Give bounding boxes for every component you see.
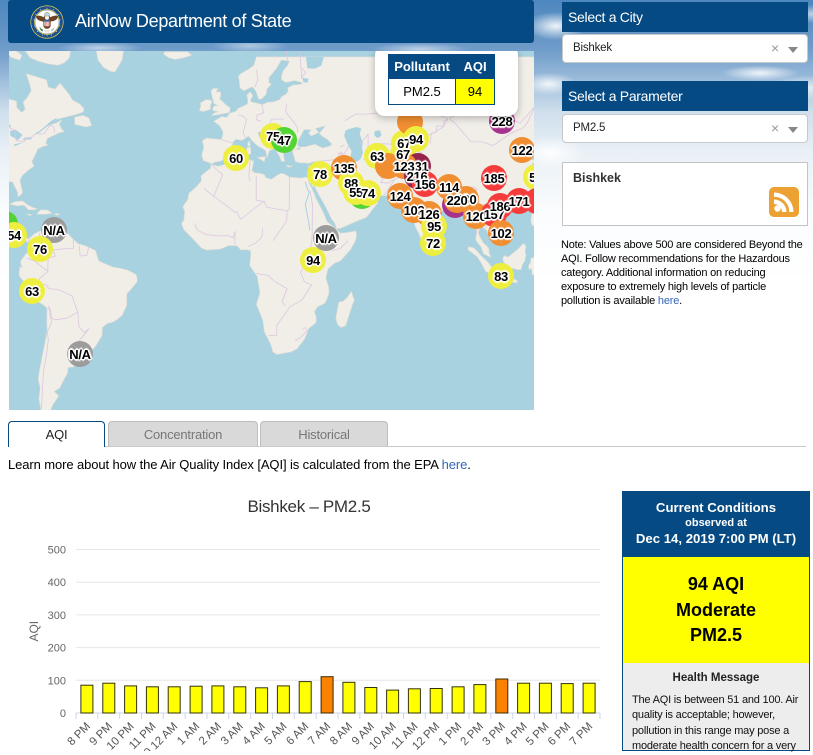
svg-text:200: 200: [48, 643, 66, 655]
svg-text:1 AM: 1 AM: [175, 721, 202, 748]
svg-text:7 PM: 7 PM: [568, 721, 595, 748]
svg-text:7 AM: 7 AM: [306, 721, 333, 748]
svg-text:300: 300: [48, 610, 66, 622]
svg-text:5 PM: 5 PM: [524, 721, 551, 748]
svg-text:500: 500: [48, 545, 66, 557]
svg-text:2 PM: 2 PM: [459, 721, 486, 748]
svg-text:1 PM: 1 PM: [437, 721, 464, 748]
svg-text:4 AM: 4 AM: [241, 721, 268, 748]
svg-text:8 AM: 8 AM: [328, 721, 355, 748]
svg-text:6 AM: 6 AM: [284, 721, 311, 748]
svg-text:AQI: AQI: [27, 621, 41, 642]
svg-text:0: 0: [60, 708, 66, 720]
svg-text:2 AM: 2 AM: [197, 721, 224, 748]
svg-text:3 AM: 3 AM: [219, 721, 246, 748]
svg-text:3 PM: 3 PM: [480, 721, 507, 748]
svg-text:100: 100: [48, 675, 66, 687]
svg-text:4 PM: 4 PM: [502, 721, 529, 748]
svg-text:400: 400: [48, 577, 66, 589]
svg-text:8 PM: 8 PM: [66, 721, 93, 748]
svg-text:6 PM: 6 PM: [546, 721, 573, 748]
svg-text:5 AM: 5 AM: [262, 721, 289, 748]
